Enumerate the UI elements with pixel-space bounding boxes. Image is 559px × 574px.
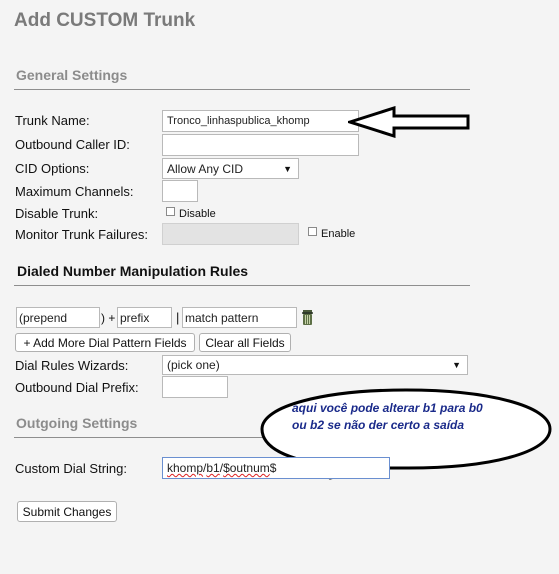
outbound-dial-prefix-label: Outbound Dial Prefix:: [15, 380, 139, 395]
cid-options-label: CID Options:: [15, 161, 90, 176]
prepend-placeholder: prepend: [23, 310, 68, 325]
outgoing-settings-heading: Outgoing Settings: [16, 415, 138, 431]
outbound-caller-id-label: Outbound Caller ID:: [15, 137, 130, 152]
add-more-dial-pattern-button[interactable]: + Add More Dial Pattern Fields: [15, 333, 195, 352]
pattern-separator: |: [176, 310, 180, 325]
general-divider: [14, 89, 470, 90]
outbound-caller-id-input[interactable]: [162, 134, 359, 156]
cid-options-select[interactable]: Allow Any CID ▼: [162, 158, 299, 179]
prefix-input[interactable]: prefix: [117, 307, 172, 328]
disable-trunk-checkbox[interactable]: [166, 207, 175, 216]
dial-string-part-1: khomp: [167, 461, 204, 475]
annotation-line-2: ou b2 se não der certo a saída: [292, 418, 465, 432]
chevron-down-icon: ▼: [283, 163, 292, 174]
general-settings-heading: General Settings: [16, 67, 128, 83]
monitor-failures-input: [162, 223, 299, 245]
clear-all-fields-button[interactable]: Clear all Fields: [199, 333, 291, 352]
match-pattern-input[interactable]: match pattern: [182, 307, 297, 328]
disable-checkbox-label: Disable: [179, 208, 216, 220]
trunk-name-input[interactable]: Tronco_linhaspublica_khomp: [162, 110, 359, 132]
max-channels-input[interactable]: [162, 180, 198, 202]
dial-rules-heading: Dialed Number Manipulation Rules: [17, 263, 249, 279]
chevron-down-icon: ▼: [452, 360, 461, 370]
prepend-close: ) +: [101, 311, 116, 325]
monitor-failures-label: Monitor Trunk Failures:: [15, 227, 148, 242]
trunk-name-value: Tronco_linhaspublica_khomp: [167, 115, 310, 127]
enable-checkbox-label: Enable: [321, 228, 356, 240]
annotation-text: aqui você pode alterar b1 para b0 ou b2 …: [292, 400, 542, 434]
dial-string-part-5: $outnum: [223, 461, 270, 475]
match-pattern-placeholder: match pattern: [185, 310, 259, 325]
prepend-input[interactable]: (prepend: [16, 307, 100, 328]
max-channels-label: Maximum Channels:: [15, 184, 134, 199]
arrow-pointer-icon: [348, 106, 470, 138]
dial-rules-wizards-label: Dial Rules Wizards:: [15, 358, 129, 373]
outbound-dial-prefix-input[interactable]: [162, 376, 228, 398]
custom-dial-string-label: Custom Dial String:: [15, 461, 127, 476]
custom-dial-string-input[interactable]: khomp / b1/$outnum $: [162, 457, 390, 479]
cid-options-value: Allow Any CID: [167, 161, 244, 176]
submit-changes-button[interactable]: Submit Changes: [17, 501, 117, 522]
dial-rules-wizards-select[interactable]: (pick one) ▼: [162, 355, 468, 375]
trunk-name-label: Trunk Name:: [15, 113, 90, 128]
dial-string-part-3: b1: [206, 461, 220, 475]
dial-rules-wizards-value: (pick one): [167, 358, 220, 372]
trash-icon[interactable]: [300, 309, 316, 326]
disable-trunk-label: Disable Trunk:: [15, 206, 99, 221]
page-title: Add CUSTOM Trunk: [14, 10, 196, 31]
monitor-enable-checkbox[interactable]: [308, 227, 317, 236]
dial-string-part-6: $: [269, 461, 277, 475]
annotation-line-1: aqui você pode alterar b1 para b0: [292, 401, 483, 415]
prefix-placeholder: prefix: [120, 310, 150, 325]
dial-rules-divider: [14, 285, 470, 286]
